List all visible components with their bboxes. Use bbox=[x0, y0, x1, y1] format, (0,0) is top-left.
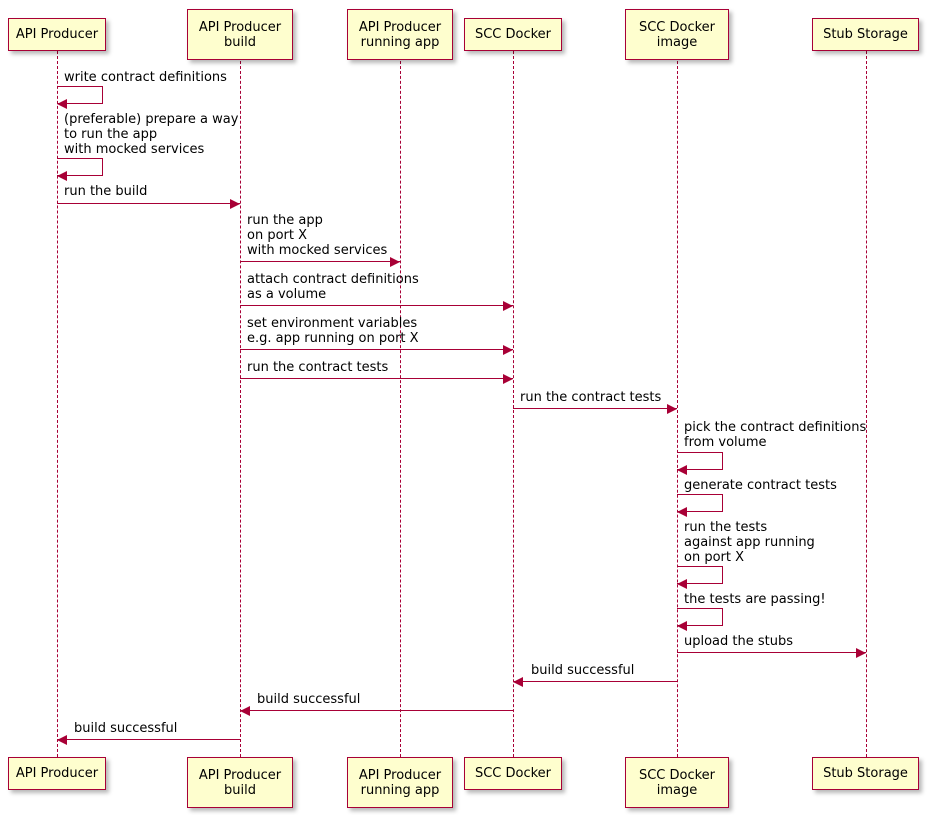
message-line-m3 bbox=[57, 203, 240, 204]
message-label-m5: attach contract definitions as a volume bbox=[247, 272, 419, 302]
lifeline-scc-docker bbox=[512, 51, 514, 757]
participant-api-producer-build-top[interactable]: API Producer build bbox=[187, 9, 293, 60]
message-label-m12: the tests are passing! bbox=[684, 592, 826, 607]
participant-label-line: API Producer bbox=[15, 27, 99, 42]
lifeline-api-producer-build bbox=[239, 51, 241, 757]
participant-label-line: SCC Docker bbox=[638, 19, 716, 35]
participant-label-line: Stub Storage bbox=[823, 27, 908, 42]
participant-label-line: API Producer bbox=[15, 766, 99, 781]
message-label-m3: run the build bbox=[64, 184, 148, 199]
arrowhead-m10 bbox=[677, 506, 687, 517]
sequence-diagram-canvas: API Producer API Producer API Producer buil… bbox=[0, 0, 930, 815]
participant-label-line: running app bbox=[360, 34, 440, 50]
participant-label-line: SCC Docker bbox=[638, 767, 716, 783]
arrowhead-m8 bbox=[667, 403, 677, 414]
participant-stub-storage-top[interactable]: Stub Storage bbox=[812, 18, 919, 51]
arrowhead-m9 bbox=[677, 464, 687, 475]
participant-label-line: build bbox=[224, 34, 256, 50]
arrowhead-m16 bbox=[57, 734, 67, 745]
participant-label-line: SCC Docker bbox=[474, 27, 552, 42]
arrowhead-m1 bbox=[57, 98, 67, 109]
message-label-m4: run the app on port Xwith mocked services bbox=[247, 213, 388, 258]
arrowhead-m7 bbox=[503, 373, 513, 384]
message-label-m7: run the contract tests bbox=[247, 360, 389, 375]
participant-label-line: image bbox=[656, 34, 698, 50]
arrowhead-m15 bbox=[240, 705, 250, 716]
participant-api-producer-app-top[interactable]: API Producer running app bbox=[347, 9, 453, 60]
participant-label-line: API Producer bbox=[358, 19, 442, 35]
message-line-m6 bbox=[240, 349, 513, 350]
arrowhead-m11 bbox=[677, 578, 687, 589]
message-label-m9: pick the contract definitions from volume bbox=[684, 420, 867, 450]
arrowhead-m2 bbox=[57, 170, 67, 181]
participant-label-line: API Producer bbox=[198, 767, 282, 783]
arrowhead-m4 bbox=[390, 256, 400, 267]
arrowhead-m13 bbox=[856, 647, 866, 658]
participant-api-producer-build-bottom[interactable]: API Producer build bbox=[187, 757, 293, 808]
participant-label-line: running app bbox=[360, 782, 440, 798]
participant-api-producer-top[interactable]: API Producer bbox=[8, 18, 106, 51]
participant-scc-docker-top[interactable]: SCC Docker bbox=[464, 18, 562, 51]
message-label-m13: upload the stubs bbox=[684, 634, 794, 649]
message-label-m2: (preferable) prepare a way to run the app… bbox=[64, 112, 239, 157]
participant-api-producer-app-bottom[interactable]: API Producer running app bbox=[347, 757, 453, 808]
message-label-m10: generate contract tests bbox=[684, 478, 837, 493]
participant-api-producer-bottom[interactable]: API Producer bbox=[8, 757, 106, 790]
participant-scc-docker-image-top[interactable]: SCC Docker image bbox=[625, 9, 729, 60]
arrowhead-m14 bbox=[513, 676, 523, 687]
message-label-m8: run the contract tests bbox=[520, 390, 662, 405]
message-line-m4 bbox=[240, 261, 400, 262]
message-line-m14 bbox=[513, 681, 677, 682]
lifeline-api-producer-app bbox=[399, 51, 401, 757]
message-line-m5 bbox=[240, 305, 513, 306]
message-line-m8 bbox=[513, 408, 677, 409]
message-label-m11: run the tests against app running on port … bbox=[684, 520, 815, 565]
message-line-m7 bbox=[240, 378, 513, 379]
message-label-m1: write contract definitions bbox=[64, 70, 227, 85]
arrowhead-m3 bbox=[230, 198, 240, 209]
message-label-m16: build successful bbox=[74, 721, 178, 736]
message-line-m16 bbox=[57, 739, 240, 740]
participant-scc-docker-image-bottom[interactable]: SCC Docker image bbox=[625, 757, 729, 808]
participant-label-line: build bbox=[224, 782, 256, 798]
arrowhead-m6 bbox=[503, 344, 513, 355]
message-label-m6: set environment variables e.g. app runnin… bbox=[247, 316, 419, 346]
lifeline-api-producer bbox=[56, 51, 58, 757]
participant-scc-docker-bottom[interactable]: SCC Docker bbox=[464, 757, 562, 790]
message-line-m15 bbox=[240, 710, 513, 711]
message-label-m14: build successful bbox=[531, 663, 635, 678]
participant-label-line: API Producer bbox=[358, 767, 442, 783]
participant-label-line: SCC Docker bbox=[474, 766, 552, 781]
message-label-m15: build successful bbox=[257, 692, 361, 707]
arrowhead-m12 bbox=[677, 620, 687, 631]
participant-label-line: image bbox=[656, 782, 698, 798]
participant-stub-storage-bottom[interactable]: Stub Storage bbox=[812, 757, 919, 790]
arrowhead-m5 bbox=[503, 300, 513, 311]
participant-label-line: API Producer bbox=[198, 19, 282, 35]
participant-label-line: Stub Storage bbox=[823, 766, 908, 781]
message-line-m13 bbox=[677, 652, 866, 653]
